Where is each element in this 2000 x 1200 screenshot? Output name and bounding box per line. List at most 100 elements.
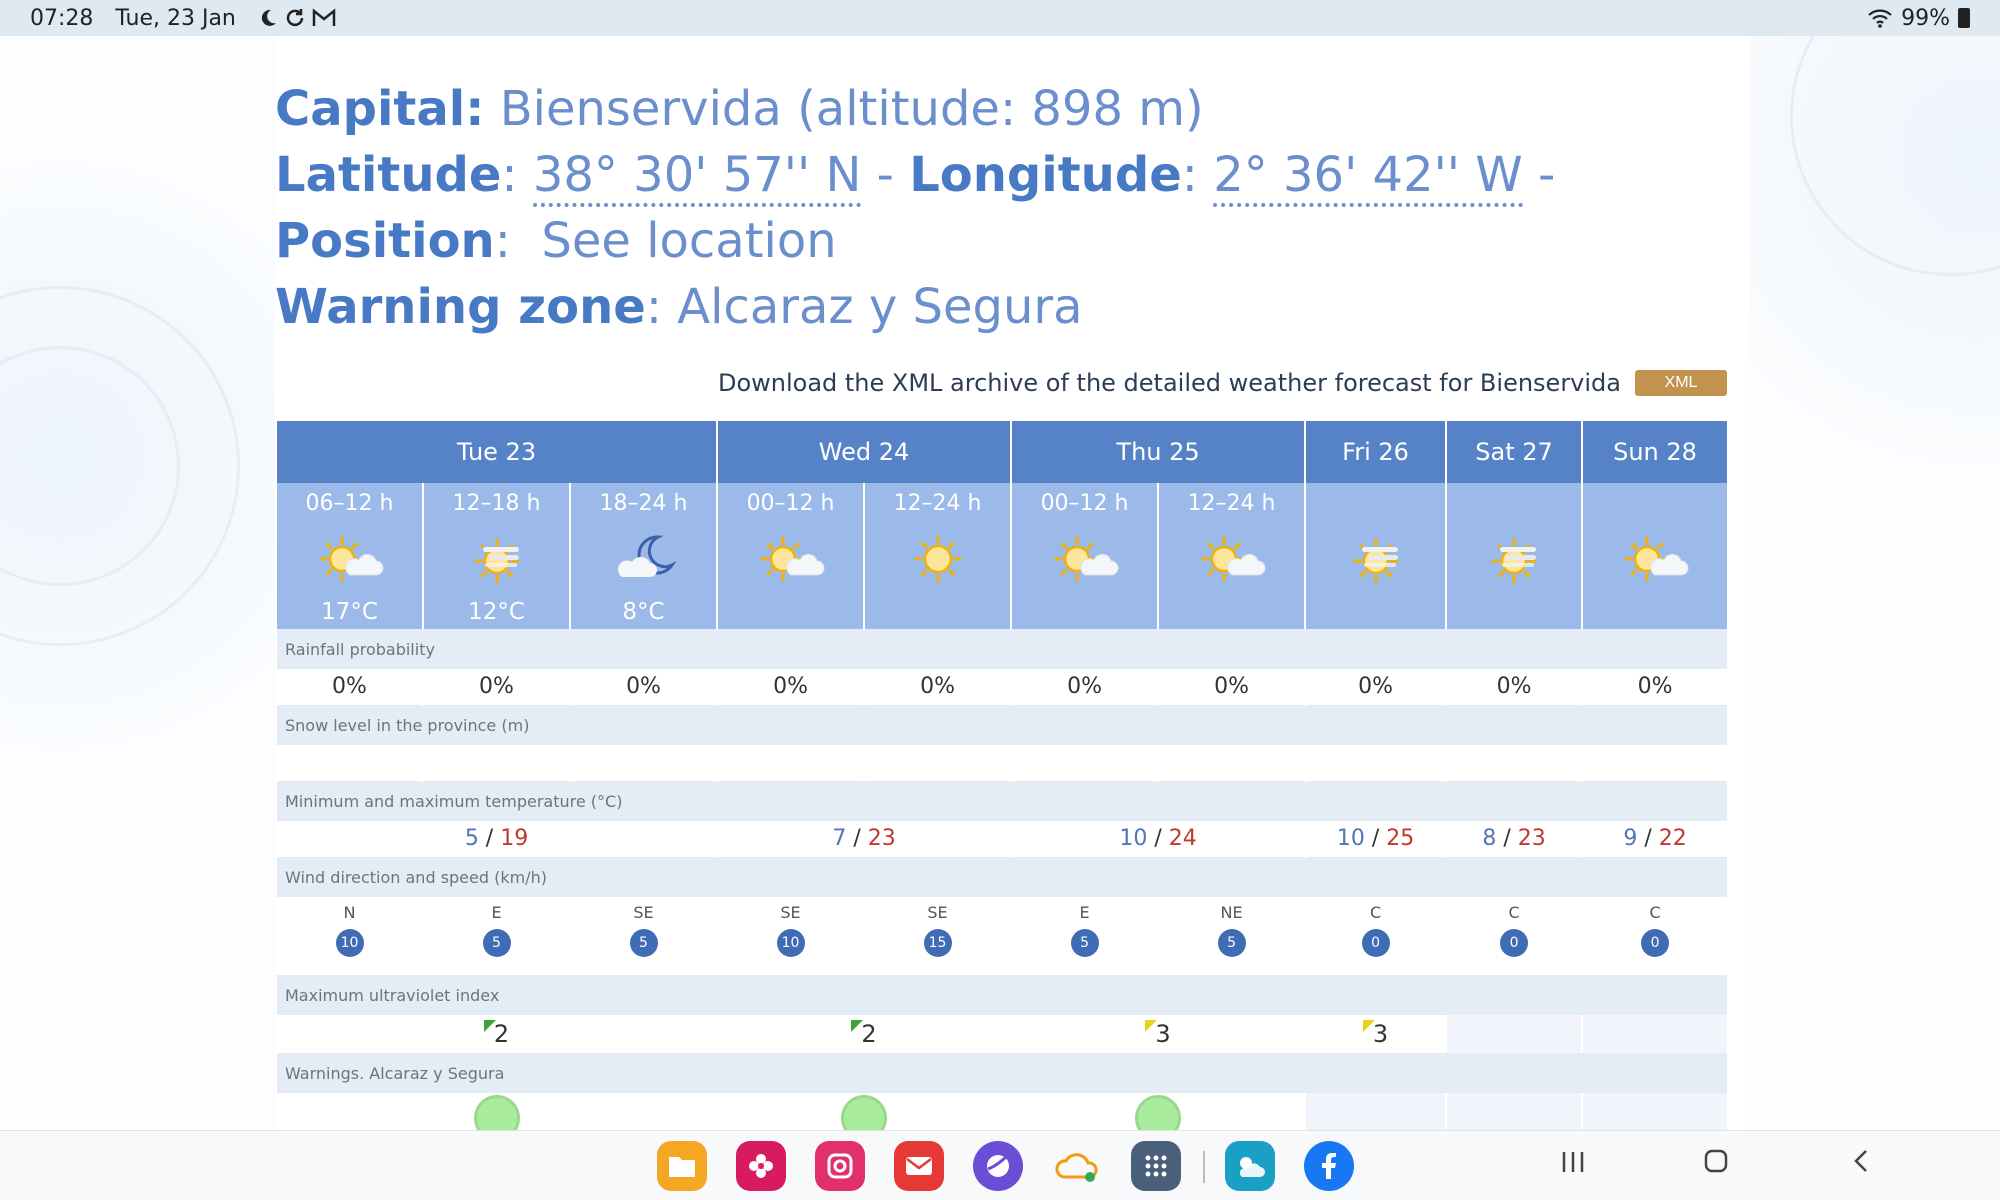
- cloud-app-icon[interactable]: [1052, 1141, 1102, 1191]
- sun-haze-icon: [1491, 538, 1537, 584]
- uv-cell: 3: [1304, 1015, 1448, 1053]
- warning-level-green-icon[interactable]: [473, 1095, 520, 1130]
- warning-level-green-icon[interactable]: [1135, 1095, 1182, 1130]
- uv-cell: 2: [274, 1015, 719, 1053]
- temp-max: 22: [1658, 826, 1687, 852]
- email-app-icon[interactable]: [894, 1141, 944, 1191]
- day-header-row: Tue 23 Wed 24 Thu 25 Fri 26 Sat 27 Sun 2…: [274, 421, 1730, 483]
- coords-line: Latitude: 38° 30' 57'' N - Longitude: 2°…: [275, 147, 1571, 269]
- uv-section-label: Maximum ultraviolet index: [274, 975, 1730, 1015]
- wind-cell: C0: [1581, 897, 1730, 975]
- temp-min-max: 9 / 22: [1581, 821, 1730, 858]
- temp-min-max: 5 / 19: [274, 821, 719, 858]
- uv-number: 3: [1372, 1020, 1389, 1048]
- wind-direction: C: [1649, 903, 1661, 922]
- period-label: [1306, 491, 1445, 521]
- longitude-value[interactable]: 2° 36' 42'' W: [1213, 147, 1523, 207]
- section-header: Minimum and maximum temperature (°C): [274, 781, 1730, 821]
- temp-max: 23: [1517, 826, 1546, 852]
- gallery-app-icon[interactable]: [736, 1141, 786, 1191]
- warning-cell: [1010, 1093, 1307, 1130]
- wind-speed-badge: 5: [1217, 929, 1246, 957]
- period-temp: 17°C: [321, 599, 378, 625]
- battery-icon: [1958, 8, 1970, 28]
- xml-download-button[interactable]: XML: [1635, 370, 1727, 396]
- temp-min: 10: [1119, 826, 1148, 852]
- back-button[interactable]: [1841, 1147, 1881, 1182]
- rain-value: 0%: [568, 669, 719, 706]
- xml-download-text: Download the XML archive of the detailed…: [717, 369, 1621, 397]
- warnings-row: [274, 1093, 1730, 1130]
- period-label: 12–24 h: [1187, 491, 1276, 516]
- wind-speed-badge: 0: [1641, 929, 1670, 957]
- uv-level-flag-icon: [1362, 1020, 1375, 1032]
- uv-number: 2: [493, 1020, 510, 1048]
- wind-cell: SE 15: [863, 897, 1013, 975]
- web-page[interactable]: Capital: Bienservida (altitude: 898 m) L…: [0, 36, 2000, 1130]
- wind-cell: C0: [1304, 897, 1448, 975]
- wind-direction: NE: [1220, 903, 1243, 922]
- capital-label: Capital:: [275, 81, 485, 137]
- wind-cell: SE 5: [568, 897, 719, 975]
- latitude-value[interactable]: 38° 30' 57'' N: [532, 147, 862, 207]
- rain-value: 0%: [1010, 669, 1160, 706]
- wind-direction: C: [1369, 903, 1382, 922]
- period-label: 06–12 h: [305, 491, 394, 516]
- apps-grid-icon[interactable]: [1131, 1141, 1181, 1191]
- uv-level-flag-icon: [483, 1020, 496, 1032]
- wind-cell: C0: [1445, 897, 1584, 975]
- temp-min-max: 8 / 23: [1445, 821, 1584, 858]
- period-cell: 06–12 h 17°C: [275, 483, 424, 629]
- home-button[interactable]: [1696, 1147, 1736, 1182]
- wind-section-label: Wind direction and speed (km/h): [274, 857, 1730, 897]
- sun-haze-icon: [1353, 538, 1399, 584]
- position-label: Position: [275, 213, 495, 269]
- period-label: 00–12 h: [746, 491, 835, 516]
- section-header: Snow level in the province (m): [274, 705, 1730, 745]
- wind-speed-badge: 10: [776, 929, 805, 957]
- section-header: Rainfall probability: [274, 629, 1730, 669]
- uv-value: 3: [1362, 1020, 1389, 1048]
- warning-level-green-icon[interactable]: [841, 1095, 888, 1130]
- files-app-icon[interactable]: [657, 1141, 707, 1191]
- temp-min: 5: [464, 826, 479, 852]
- status-bar: 07:28 Tue, 23 Jan 99%: [0, 0, 2000, 36]
- period-label: 12–18 h: [452, 491, 541, 516]
- rain-value: 0%: [275, 669, 424, 706]
- wind-cell: E5: [1010, 897, 1160, 975]
- day-header: Fri 26: [1304, 421, 1448, 483]
- latitude-label: Latitude: [275, 147, 502, 203]
- moon-icon: [261, 9, 276, 26]
- wind-direction: SE: [633, 903, 654, 922]
- internet-app-icon[interactable]: [973, 1141, 1023, 1191]
- temp-min-max: 10 / 25: [1304, 821, 1448, 858]
- wind-direction: C: [1508, 903, 1520, 922]
- wifi-icon: [1868, 9, 1892, 28]
- sun-haze-icon: [474, 538, 519, 584]
- section-header: Maximum ultraviolet index: [274, 975, 1730, 1015]
- recent-apps-button[interactable]: [1553, 1147, 1593, 1182]
- instagram-app-icon[interactable]: [815, 1141, 865, 1191]
- capital-line: Capital: Bienservida (altitude: 898 m): [275, 76, 1725, 142]
- wind-speed-badge: 10: [335, 929, 364, 957]
- periods-row: 06–12 h 17°C 12–18 h 12°C 18–24 h 8°C 00–12 h 1…: [275, 483, 1730, 629]
- see-location-link[interactable]: See location: [541, 213, 836, 269]
- forecast-table: Tue 23 Wed 24 Thu 25 Fri 26 Sat 27 Sun 2…: [274, 421, 1730, 1130]
- warning-zone-value: Alcaraz y Segura: [677, 279, 1083, 335]
- temp-max: 23: [867, 826, 896, 852]
- rain-value: 0%: [863, 669, 1013, 706]
- dock-divider: [1203, 1151, 1205, 1183]
- sun-cloud-icon: [1054, 536, 1119, 582]
- warning-cell: [1445, 1093, 1584, 1130]
- period-temp: 8°C: [622, 599, 665, 625]
- wind-row: N 10 E 5 SE 5 SE 10 SE 15 E 5 NE 5 C 0 C 0 C 0: [275, 897, 1730, 975]
- taskbar: [0, 1130, 2000, 1200]
- facebook-app-icon[interactable]: [1304, 1141, 1354, 1191]
- uv-cell: 2: [716, 1015, 1013, 1053]
- weather-app-icon[interactable]: [1225, 1141, 1275, 1191]
- wind-direction: SE: [927, 903, 948, 922]
- snow-section-label: Snow level in the province (m): [274, 705, 1730, 745]
- uv-number: 3: [1155, 1020, 1171, 1048]
- xml-download-row: Download the XML archive of the detailed…: [275, 369, 1727, 397]
- status-date: Tue, 23 Jan: [115, 5, 236, 31]
